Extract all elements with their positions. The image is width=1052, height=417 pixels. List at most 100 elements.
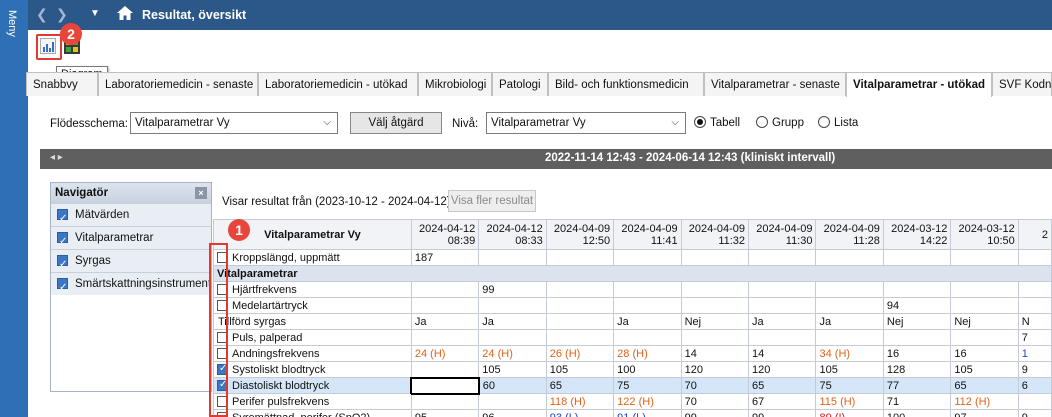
close-icon[interactable]: × xyxy=(195,187,207,199)
table-cell[interactable]: 105 xyxy=(545,361,615,378)
table-cell[interactable] xyxy=(545,329,615,346)
table-cell[interactable]: 16 xyxy=(882,345,952,362)
navigator-checkbox[interactable] xyxy=(57,254,68,276)
table-cell[interactable] xyxy=(410,376,480,395)
table-cell[interactable]: 115 (H) xyxy=(815,393,884,410)
table-cell[interactable] xyxy=(478,393,547,410)
table-cell[interactable]: Ja xyxy=(748,313,817,330)
table-cell[interactable]: 70 xyxy=(680,377,750,394)
column-header-date[interactable]: 2024-03-12 14:22 xyxy=(882,219,952,250)
table-cell[interactable] xyxy=(613,249,682,266)
table-row[interactable]: Hjärtfrekvens 99 xyxy=(213,281,1052,298)
table-cell[interactable] xyxy=(613,329,682,346)
table-cell[interactable] xyxy=(545,297,615,314)
table-cell[interactable] xyxy=(815,297,884,314)
tab-svf[interactable]: SVF Kodning xyxy=(992,72,1052,96)
navigator-item-syrgas[interactable]: Syrgas xyxy=(51,249,211,276)
table-cell[interactable] xyxy=(1017,281,1052,298)
table-cell[interactable]: 95 xyxy=(410,409,480,417)
table-cell[interactable]: Ja xyxy=(815,313,884,330)
tab-vitals-latest[interactable]: Vitalparametrar - senaste xyxy=(704,72,846,96)
table-cell[interactable]: 71 xyxy=(882,393,952,410)
navigator-checkbox[interactable] xyxy=(57,208,68,230)
back-icon[interactable]: ❮ xyxy=(36,6,48,23)
table-cell[interactable] xyxy=(680,249,750,266)
table-row[interactable]: Syremättnad, perifer (SpO2) 959693 (L)91 … xyxy=(213,409,1052,417)
navigator-checkbox[interactable] xyxy=(57,231,68,253)
table-cell[interactable] xyxy=(680,297,750,314)
table-cell[interactable]: 100 xyxy=(882,409,952,417)
navigator-item-vitalparametrar[interactable]: Vitalparametrar xyxy=(51,226,211,253)
table-cell[interactable]: 94 xyxy=(882,297,952,314)
table-cell[interactable]: 65 xyxy=(950,377,1019,394)
table-cell[interactable]: 105 xyxy=(950,361,1019,378)
table-cell[interactable]: 105 xyxy=(478,361,547,378)
table-cell[interactable] xyxy=(545,281,615,298)
table-row[interactable]: Diastoliskt blodtryck60657570657577656 xyxy=(213,376,1052,395)
range-nav-icon[interactable]: ◂ ▸ xyxy=(50,152,63,163)
table-cell[interactable] xyxy=(1017,393,1052,410)
table-cell[interactable]: 16 xyxy=(950,345,1019,362)
table-cell[interactable] xyxy=(748,329,817,346)
radio-group[interactable] xyxy=(756,116,768,128)
table-cell[interactable] xyxy=(545,249,615,266)
table-cell[interactable] xyxy=(815,329,884,346)
table-cell[interactable]: 6 xyxy=(1017,377,1052,394)
radio-list[interactable] xyxy=(818,116,830,128)
table-cell[interactable]: 89 (!) xyxy=(815,409,884,417)
table-cell[interactable]: 28 (H) xyxy=(613,345,682,362)
table-cell[interactable]: 120 xyxy=(748,361,817,378)
show-more-results-button[interactable]: Visa fler resultat xyxy=(448,190,536,212)
table-cell[interactable] xyxy=(882,249,952,266)
table-cell[interactable]: 24 (H) xyxy=(410,345,480,362)
table-cell[interactable]: 118 (H) xyxy=(545,393,615,410)
table-cell[interactable] xyxy=(478,249,547,266)
table-cell[interactable]: 60 xyxy=(478,377,547,394)
tab-pathology[interactable]: Patologi xyxy=(492,72,548,96)
radio-table[interactable] xyxy=(694,116,706,128)
table-cell[interactable] xyxy=(950,297,1019,314)
table-cell[interactable]: 75 xyxy=(613,377,682,394)
table-cell[interactable]: 9 xyxy=(1017,409,1052,417)
table-cell[interactable]: 34 (H) xyxy=(815,345,884,362)
table-cell[interactable] xyxy=(410,281,480,298)
table-cell[interactable]: 7 xyxy=(1017,329,1052,346)
column-header-date[interactable]: 2 xyxy=(1017,219,1052,250)
table-cell[interactable]: 1 xyxy=(1017,345,1052,362)
tab-imaging[interactable]: Bild- och funktionsmedicin xyxy=(548,72,704,96)
table-cell[interactable] xyxy=(478,297,547,314)
table-cell[interactable] xyxy=(748,281,817,298)
menu-strip[interactable]: Meny xyxy=(0,0,28,417)
table-cell[interactable]: Nej xyxy=(882,313,952,330)
tab-snabbvy[interactable]: Snabbvy xyxy=(26,72,98,96)
table-cell[interactable] xyxy=(950,249,1019,266)
choose-action-button[interactable]: Välj åtgärd xyxy=(350,112,442,134)
tab-lab-latest[interactable]: Laboratoriemedicin - senaste xyxy=(98,72,258,96)
table-cell[interactable]: 91 (L) xyxy=(613,409,682,417)
table-cell[interactable]: 65 xyxy=(748,377,817,394)
table-cell[interactable]: 70 xyxy=(680,393,750,410)
table-cell[interactable]: 9 xyxy=(1017,361,1052,378)
table-cell[interactable]: 24 (H) xyxy=(478,345,547,362)
table-cell[interactable]: 14 xyxy=(748,345,817,362)
table-cell[interactable]: Ja xyxy=(410,313,480,330)
column-header-date[interactable]: 2024-04-09 11:32 xyxy=(680,219,750,250)
table-cell[interactable]: Nej xyxy=(680,313,750,330)
table-cell[interactable]: 93 (L) xyxy=(545,409,615,417)
table-cell[interactable]: 67 xyxy=(748,393,817,410)
table-cell[interactable]: 112 (H) xyxy=(950,393,1019,410)
table-cell[interactable] xyxy=(882,281,952,298)
table-cell[interactable] xyxy=(613,297,682,314)
column-header-date[interactable]: 2024-04-09 11:41 xyxy=(613,219,682,250)
table-cell[interactable] xyxy=(882,329,952,346)
table-row[interactable]: Perifer pulsfrekvens 118 (H) 122 (H) 70 67 11… xyxy=(213,393,1052,410)
table-cell[interactable] xyxy=(410,361,480,378)
table-row[interactable]: Puls, palperad 7 xyxy=(213,329,1052,346)
table-cell[interactable]: 100 xyxy=(613,361,682,378)
table-cell[interactable] xyxy=(410,329,480,346)
table-cell[interactable] xyxy=(748,249,817,266)
flowchart-select[interactable]: Vitalparametrar Vy ⌵ xyxy=(130,112,338,134)
table-cell[interactable] xyxy=(950,281,1019,298)
table-cell[interactable] xyxy=(1017,297,1052,314)
column-header-date[interactable]: 2024-04-09 12:50 xyxy=(545,219,615,250)
